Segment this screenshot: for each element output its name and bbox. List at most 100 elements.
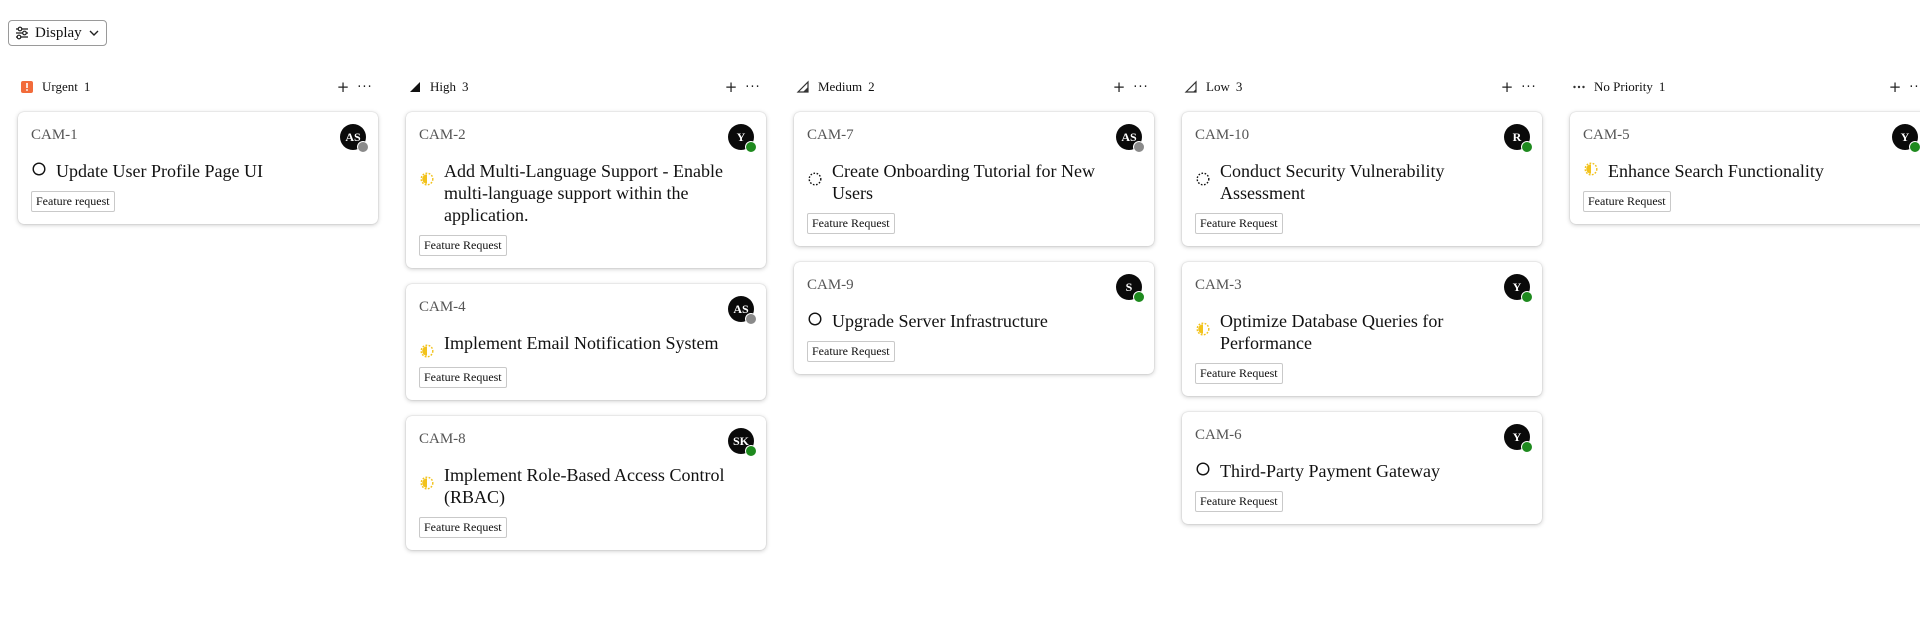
avatar[interactable]: Y bbox=[1504, 274, 1533, 303]
add-icon[interactable]: + bbox=[332, 78, 354, 96]
add-icon[interactable]: + bbox=[1884, 78, 1906, 96]
label-tag[interactable]: Feature request bbox=[31, 191, 115, 212]
high-priority-icon bbox=[408, 80, 422, 94]
column-urgent: Urgent 1 + ··· CAM-1 AS Update User Profile Pa… bbox=[18, 72, 378, 550]
avatar[interactable]: R bbox=[1504, 124, 1533, 153]
column-medium: Medium 2 + ··· CAM-7 AS Create Onboarding Tuto… bbox=[794, 72, 1154, 550]
issue-title: Enhance Search Functionality bbox=[1608, 161, 1824, 181]
in-progress-status-icon[interactable] bbox=[1583, 160, 1599, 176]
column-header: High 3 + ··· bbox=[406, 72, 766, 102]
more-options-icon[interactable]: ··· bbox=[354, 80, 376, 95]
backlog-status-icon[interactable] bbox=[807, 170, 823, 186]
avatar-initials: Y bbox=[736, 129, 746, 144]
card-list: CAM-7 AS Create Onboarding Tutorial for Ne… bbox=[794, 112, 1154, 374]
issue-card[interactable]: CAM-5 Y Enhance Search Functionality Featur… bbox=[1570, 112, 1920, 224]
issue-title: Upgrade Server Infrastructure bbox=[832, 311, 1048, 331]
avatar[interactable]: Y bbox=[728, 124, 757, 153]
issue-card[interactable]: CAM-7 AS Create Onboarding Tutorial for Ne… bbox=[794, 112, 1154, 246]
issue-id: CAM-10 bbox=[1195, 127, 1250, 143]
sliders-icon bbox=[16, 26, 28, 40]
avatar-initials: Y bbox=[1900, 129, 1910, 144]
issue-card[interactable]: CAM-10 R Conduct Security Vulnerability As… bbox=[1182, 112, 1542, 246]
todo-status-icon[interactable] bbox=[1195, 460, 1211, 476]
in-progress-status-icon[interactable] bbox=[419, 474, 435, 490]
card-list: CAM-1 AS Update User Profile Page UI Featur… bbox=[18, 112, 378, 224]
label-tag[interactable]: Feature Request bbox=[1195, 363, 1283, 384]
avatar[interactable]: Y bbox=[1504, 424, 1533, 453]
card-list: CAM-2 Y Add Multi-Language Support - Enabl… bbox=[406, 112, 766, 550]
column-count: 3 bbox=[1235, 79, 1243, 94]
issue-title: Create Onboarding Tutorial for New Users bbox=[832, 161, 1095, 203]
column-high: High 3 + ··· CAM-2 Y Add Multi-Language Suppor… bbox=[406, 72, 766, 550]
issue-title: Update User Profile Page UI bbox=[56, 161, 263, 181]
issue-card[interactable]: CAM-9 S Upgrade Server Infrastructure Featu… bbox=[794, 262, 1154, 374]
add-icon[interactable]: + bbox=[720, 78, 742, 96]
display-button[interactable]: Display bbox=[8, 20, 107, 46]
issue-card[interactable]: CAM-3 Y Optimize Database Queries for Perf… bbox=[1182, 262, 1542, 396]
issue-card[interactable]: CAM-1 AS Update User Profile Page UI Featur… bbox=[18, 112, 378, 224]
presence-indicator bbox=[1521, 291, 1533, 303]
column-title: High bbox=[430, 79, 456, 94]
column-count: 1 bbox=[1658, 79, 1666, 94]
issue-title-row: Conduct Security Vulnerability Assessmen… bbox=[1195, 160, 1530, 204]
issue-card[interactable]: CAM-2 Y Add Multi-Language Support - Enabl… bbox=[406, 112, 766, 268]
label-tag[interactable]: Feature Request bbox=[1583, 191, 1671, 212]
column-header: Urgent 1 + ··· bbox=[18, 72, 378, 102]
issue-card[interactable]: CAM-4 AS Implement Email Notification Syst… bbox=[406, 284, 766, 400]
issue-title-row: Implement Email Notification System bbox=[419, 332, 754, 358]
todo-status-icon[interactable] bbox=[31, 160, 47, 176]
in-progress-status-icon[interactable] bbox=[1195, 320, 1211, 336]
column-header: Low 3 + ··· bbox=[1182, 72, 1542, 102]
more-options-icon[interactable]: ··· bbox=[742, 80, 764, 95]
avatar[interactable]: SK bbox=[728, 428, 757, 457]
column-no-priority: No Priority 1 +··· CAM-5 Y Enhance Search Fun… bbox=[1570, 72, 1920, 550]
column-header: No Priority 1 +··· bbox=[1570, 72, 1920, 102]
avatar-initials: Y bbox=[1512, 279, 1522, 294]
avatar[interactable]: AS bbox=[340, 124, 369, 153]
label-tag[interactable]: Feature Request bbox=[1195, 213, 1283, 234]
issue-card[interactable]: CAM-8 SK Implement Role-Based Access Contr… bbox=[406, 416, 766, 550]
avatar-initials: Y bbox=[1512, 429, 1522, 444]
presence-indicator bbox=[745, 141, 757, 153]
issue-title-row: Create Onboarding Tutorial for New Users bbox=[807, 160, 1142, 204]
in-progress-status-icon[interactable] bbox=[419, 342, 435, 358]
presence-indicator bbox=[1521, 441, 1533, 453]
issue-id: CAM-9 bbox=[807, 277, 854, 293]
issue-card[interactable]: CAM-6 Y Third-Party Payment Gateway Feature… bbox=[1182, 412, 1542, 524]
medium-priority-icon bbox=[796, 80, 810, 94]
issue-id: CAM-7 bbox=[807, 127, 854, 143]
avatar-initials: S bbox=[1125, 279, 1133, 294]
avatar[interactable]: S bbox=[1116, 274, 1145, 303]
column-title: Medium bbox=[818, 79, 863, 94]
column-count: 2 bbox=[868, 79, 875, 94]
label-tag[interactable]: Feature Request bbox=[419, 235, 507, 256]
column-low: Low 3 + ··· CAM-10 R Conduct Security Vulnerab… bbox=[1182, 72, 1542, 550]
add-icon[interactable]: + bbox=[1496, 78, 1518, 96]
avatar[interactable]: Y bbox=[1892, 124, 1920, 153]
presence-indicator bbox=[1909, 141, 1920, 153]
label-tag[interactable]: Feature Request bbox=[807, 341, 895, 362]
kanban-board: Urgent 1 + ··· CAM-1 AS Update User Profile Pa… bbox=[18, 72, 1920, 550]
add-icon[interactable]: + bbox=[1108, 78, 1130, 96]
avatar[interactable]: AS bbox=[1116, 124, 1145, 153]
presence-indicator bbox=[1133, 141, 1145, 153]
presence-indicator bbox=[357, 141, 369, 153]
issue-title: Optimize Database Queries for Performanc… bbox=[1220, 311, 1444, 353]
column-title: Low bbox=[1206, 79, 1230, 94]
label-tag[interactable]: Feature Request bbox=[419, 367, 507, 388]
avatar[interactable]: AS bbox=[728, 296, 757, 325]
label-tag[interactable]: Feature Request bbox=[807, 213, 895, 234]
issue-title: Implement Role-Based Access Control (RBA… bbox=[444, 465, 725, 507]
card-list: CAM-10 R Conduct Security Vulnerability As… bbox=[1182, 112, 1542, 524]
label-tag[interactable]: Feature Request bbox=[1195, 491, 1283, 512]
more-options-icon[interactable]: ··· bbox=[1906, 80, 1920, 95]
backlog-status-icon[interactable] bbox=[1195, 170, 1211, 186]
in-progress-status-icon[interactable] bbox=[419, 170, 435, 186]
issue-title: Implement Email Notification System bbox=[444, 333, 719, 353]
more-options-icon[interactable]: ··· bbox=[1518, 80, 1540, 95]
issue-title-row: Update User Profile Page UI bbox=[31, 160, 366, 182]
issue-title: Third-Party Payment Gateway bbox=[1220, 461, 1440, 481]
label-tag[interactable]: Feature Request bbox=[419, 517, 507, 538]
todo-status-icon[interactable] bbox=[807, 310, 823, 326]
more-options-icon[interactable]: ··· bbox=[1130, 80, 1152, 95]
